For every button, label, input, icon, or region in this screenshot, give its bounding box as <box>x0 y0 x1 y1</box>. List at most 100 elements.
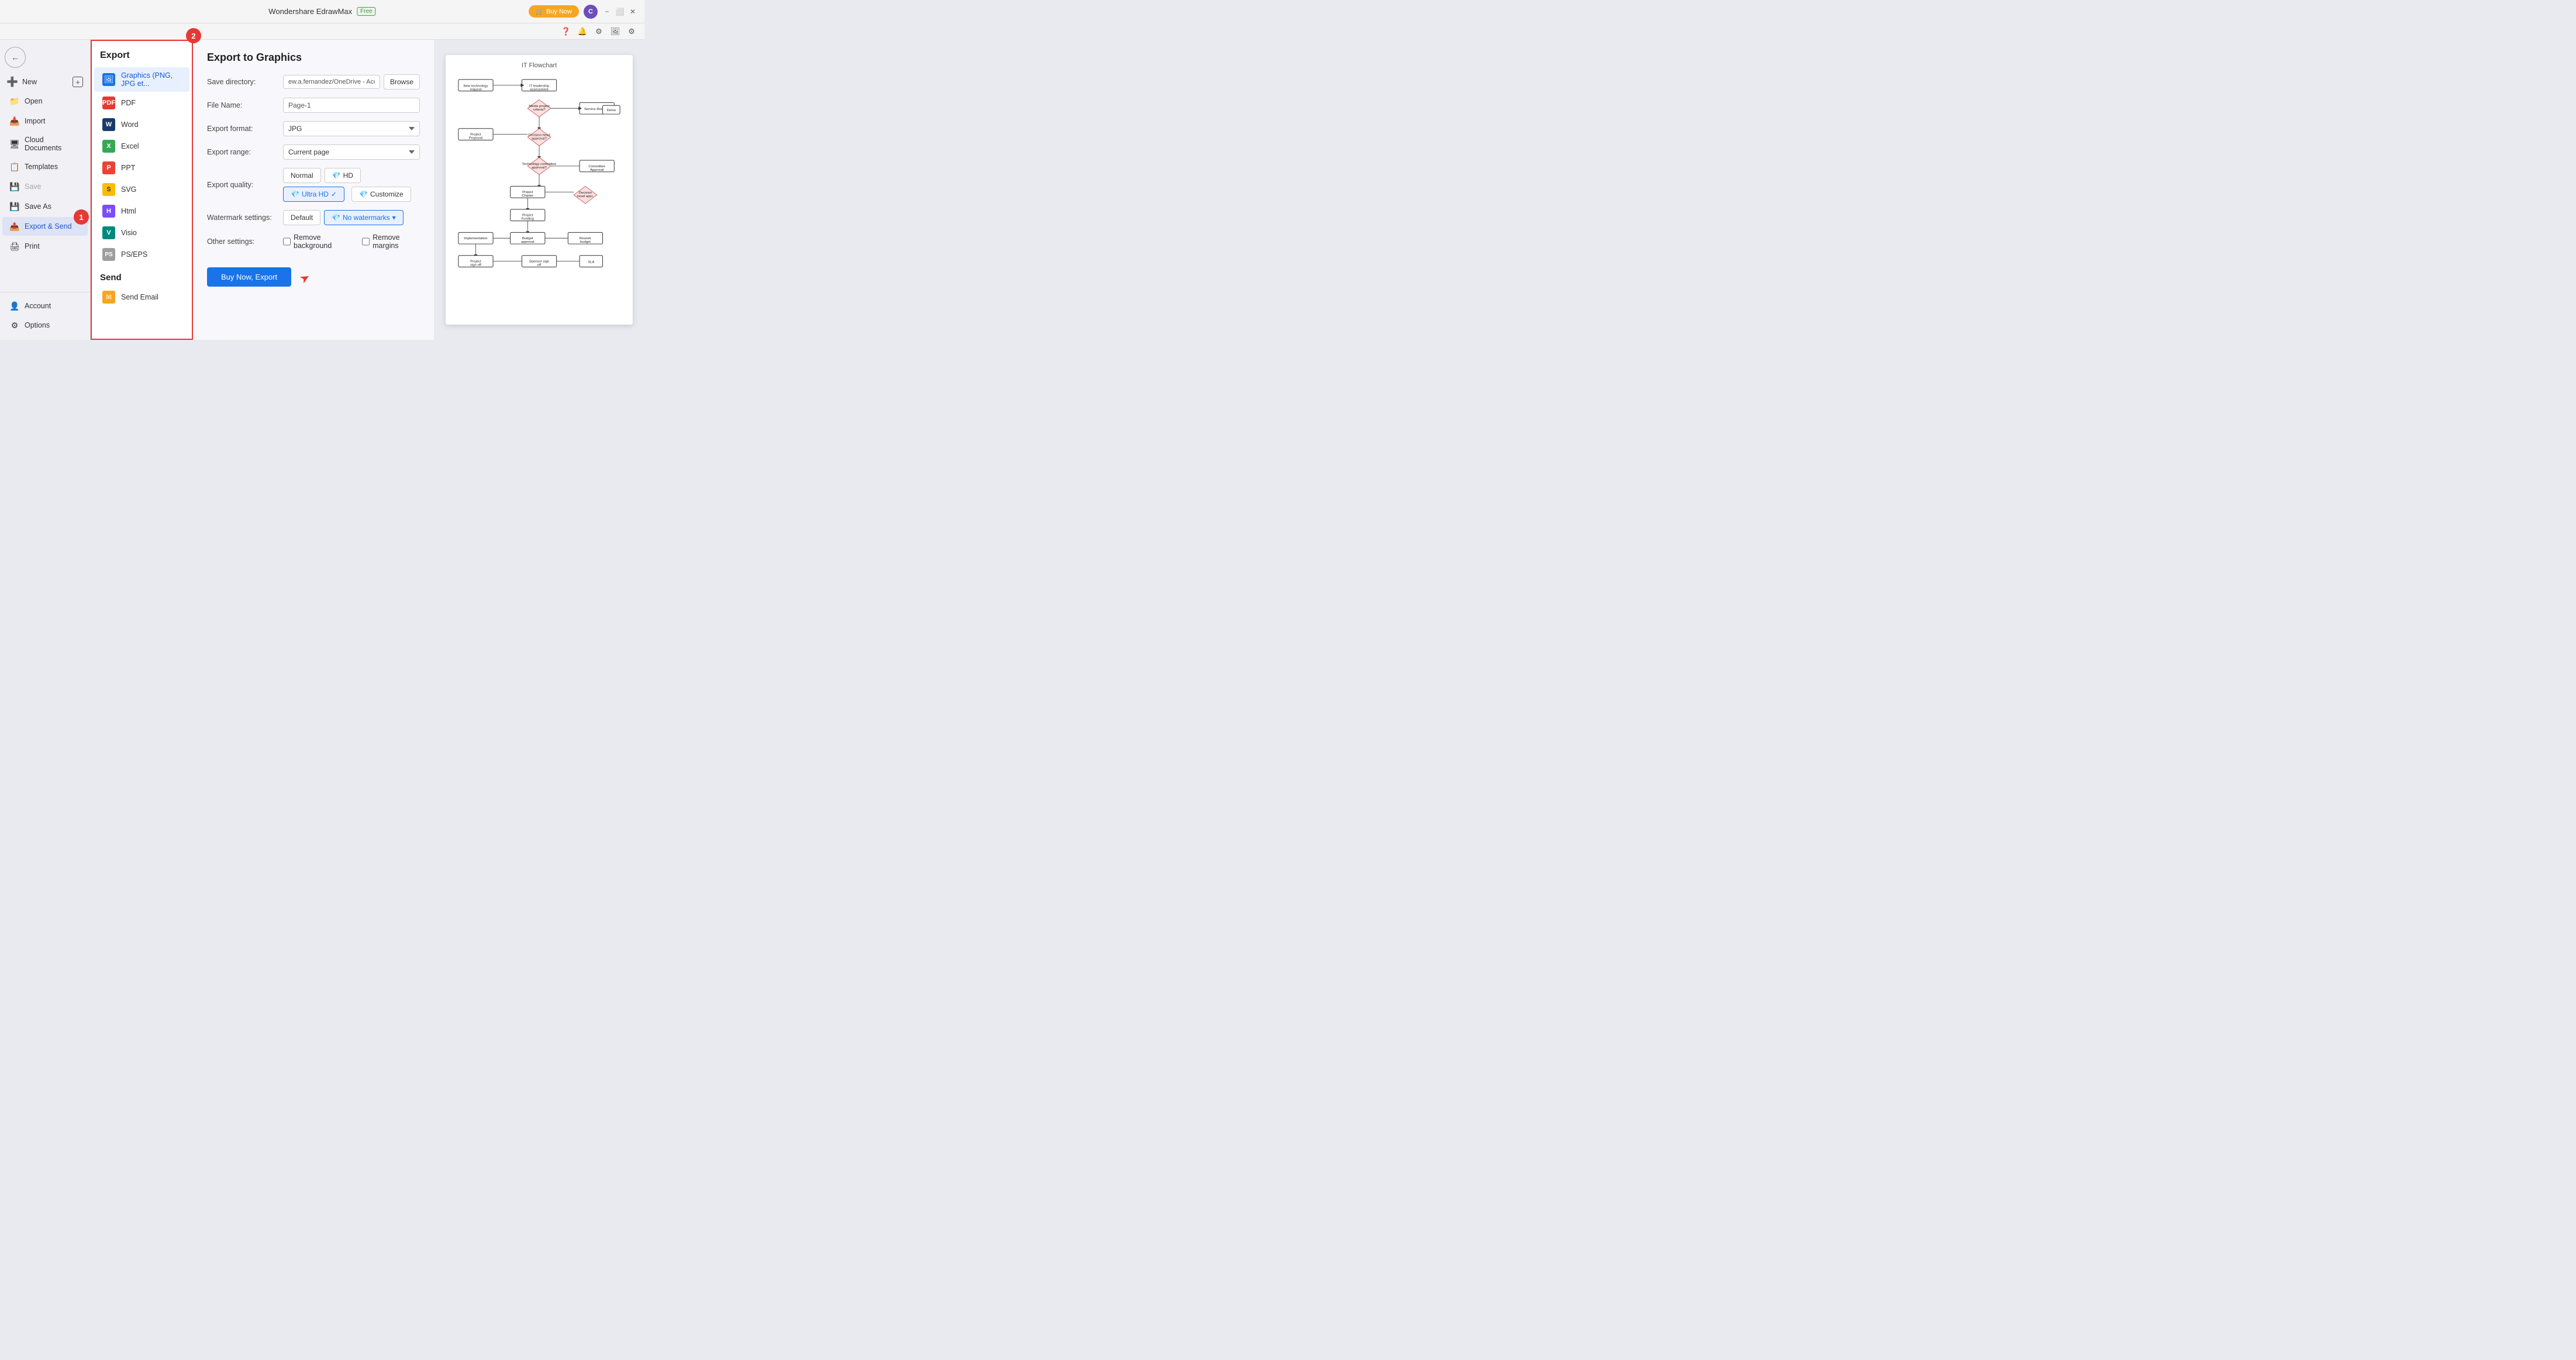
help-icon[interactable]: ❓ <box>560 26 572 37</box>
options-icon: ⚙ <box>9 320 20 330</box>
remove-margins-label: Remove margins <box>373 233 420 250</box>
cloud-icon: 🖥 <box>9 139 20 149</box>
main-layout: ← ➕ New + 📁 Open 📥 Import 🖥 <box>0 40 644 340</box>
watermark-none-button[interactable]: 💎 No watermarks ▾ <box>324 210 404 225</box>
export-format-label: Export format: <box>207 125 283 133</box>
svg-text:assessment: assessment <box>530 88 549 91</box>
export-menu-html[interactable]: H Html <box>94 201 189 222</box>
sidebar-item-new[interactable]: ➕ New + <box>0 73 90 91</box>
settings-icon[interactable]: ⚙ <box>626 26 637 37</box>
browse-button[interactable]: Browse <box>384 74 420 89</box>
export-menu-graphics[interactable]: 🖼 Graphics (PNG, JPG et... <box>94 67 189 92</box>
toolbar-row: ❓ 🔔 ⚙ 🖼 ⚙ <box>0 23 644 40</box>
send-section-title: Send <box>92 266 192 286</box>
svg-text:head appr.: head appr. <box>577 195 594 198</box>
preview-chart-title: IT Flowchart <box>453 62 626 69</box>
back-button[interactable]: ← <box>5 47 26 68</box>
export-menu-ppt[interactable]: P PPT <box>94 157 189 178</box>
export-menu-svg[interactable]: S SVG <box>94 179 189 200</box>
sidebar-item-options[interactable]: ⚙ Options <box>2 316 88 335</box>
pdf-icon: PDF <box>102 97 115 109</box>
export-panel-title: Export <box>92 41 192 67</box>
graphics-icon: 🖼 <box>102 73 115 86</box>
svg-text:request: request <box>470 88 482 91</box>
svg-text:approval: approval <box>521 240 534 244</box>
watermark-group: Default 💎 No watermarks ▾ <box>283 210 404 225</box>
export-menu-visio[interactable]: V Visio <box>94 222 189 243</box>
svg-text:approval?: approval? <box>532 137 547 140</box>
svg-text:Charter: Charter <box>522 194 533 198</box>
buy-now-button[interactable]: 🛒 Buy Now <box>529 5 579 18</box>
file-name-label: File Name: <box>207 101 283 109</box>
email-icon: ✉ <box>102 291 115 304</box>
preview-card: IT Flowchart .fc-rect { fill: white; str… <box>446 55 633 325</box>
close-button[interactable]: ✕ <box>628 7 637 16</box>
account-icon: 👤 <box>9 301 20 311</box>
export-format-row: Export format: JPG PNG BMP SVG <box>207 121 420 136</box>
buy-export-button[interactable]: Buy Now, Export <box>207 267 291 287</box>
quality-ultrahd-button[interactable]: 💎 Ultra HD ✓ <box>283 187 344 202</box>
sidebar-item-account[interactable]: 👤 Account <box>2 297 88 315</box>
sidebar-item-print[interactable]: 🖨 Print <box>2 237 88 256</box>
templates-icon: 📋 <box>9 161 20 172</box>
file-name-row: File Name: <box>207 98 420 113</box>
checkbox-group: Remove background Remove margins <box>283 233 420 250</box>
export-format-control: JPG PNG BMP SVG <box>283 121 420 136</box>
other-settings-label: Other settings: <box>207 237 283 246</box>
other-settings-row: Other settings: Remove background Remove… <box>207 233 420 250</box>
title-bar: Wondershare EdrawMax Free 🛒 Buy Now C − … <box>0 0 644 23</box>
file-name-input[interactable] <box>283 98 420 113</box>
sidebar-item-open[interactable]: 📁 Open <box>2 92 88 111</box>
export-menu-pdf[interactable]: PDF PDF <box>94 92 189 113</box>
ppt-icon: P <box>102 161 115 174</box>
sidebar-item-import[interactable]: 📥 Import <box>2 112 88 130</box>
window-controls: − ⬜ ✕ <box>602 7 637 16</box>
html-icon: H <box>102 205 115 218</box>
export-menu-pseps[interactable]: PS PS/EPS <box>94 244 189 265</box>
new-plus-button[interactable]: + <box>73 77 83 87</box>
no-watermark-gem-icon: 💎 <box>332 214 340 222</box>
watermark-control: Default 💎 No watermarks ▾ <box>283 210 420 225</box>
minimize-button[interactable]: − <box>602 7 612 16</box>
quality-hd-button[interactable]: 💎 HD <box>325 168 361 183</box>
svg-icon: S <box>102 183 115 196</box>
share-icon[interactable]: ⚙ <box>593 26 605 37</box>
excel-icon: X <box>102 140 115 153</box>
restore-button[interactable]: ⬜ <box>615 7 625 16</box>
svg-text:Implementation: Implementation <box>464 237 487 240</box>
svg-text:budget: budget <box>580 240 591 244</box>
svg-text:off: off <box>537 263 542 267</box>
export-quality-row: Export quality: Normal 💎 HD 💎 Ultra HD ✓ <box>207 168 420 202</box>
template-icon[interactable]: 🖼 <box>609 26 621 37</box>
sidebar-item-save: 💾 Save <box>2 177 88 196</box>
export-range-row: Export range: Current page All pages Sel… <box>207 144 420 160</box>
export-menu-excel[interactable]: X Excel <box>94 136 189 157</box>
watermark-label: Watermark settings: <box>207 214 283 222</box>
export-quality-control: Normal 💎 HD 💎 Ultra HD ✓ 💎 <box>283 168 420 202</box>
other-settings-control: Remove background Remove margins <box>283 233 420 250</box>
save-directory-input[interactable] <box>283 75 380 89</box>
import-icon: 📥 <box>9 116 20 126</box>
export-menu-word[interactable]: W Word <box>94 114 189 135</box>
export-range-select[interactable]: Current page All pages Selected objects <box>283 144 420 160</box>
app-title: Wondershare EdrawMax <box>268 7 352 16</box>
sidebar-item-cloud[interactable]: 🖥 Cloud Documents <box>2 132 88 156</box>
sidebar: ← ➕ New + 📁 Open 📥 Import 🖥 <box>0 40 91 340</box>
sidebar-item-templates[interactable]: 📋 Templates <box>2 157 88 176</box>
remove-margins-item[interactable]: Remove margins <box>362 233 420 250</box>
export-format-select[interactable]: JPG PNG BMP SVG <box>283 121 420 136</box>
remove-background-label: Remove background <box>294 233 351 250</box>
remove-margins-checkbox[interactable] <box>362 237 370 246</box>
remove-background-item[interactable]: Remove background <box>283 233 351 250</box>
hd-gem-icon: 💎 <box>332 171 341 180</box>
export-range-label: Export range: <box>207 148 283 156</box>
notification-icon[interactable]: 🔔 <box>577 26 588 37</box>
quality-normal-button[interactable]: Normal <box>283 168 321 183</box>
svg-text:criteria?: criteria? <box>533 108 546 112</box>
avatar[interactable]: C <box>584 5 598 19</box>
save-directory-control: Browse <box>283 74 420 89</box>
watermark-default-button[interactable]: Default <box>283 210 320 225</box>
customize-button[interactable]: 💎 Customize <box>351 187 411 202</box>
export-menu-email[interactable]: ✉ Send Email <box>94 287 189 308</box>
remove-background-checkbox[interactable] <box>283 237 291 246</box>
